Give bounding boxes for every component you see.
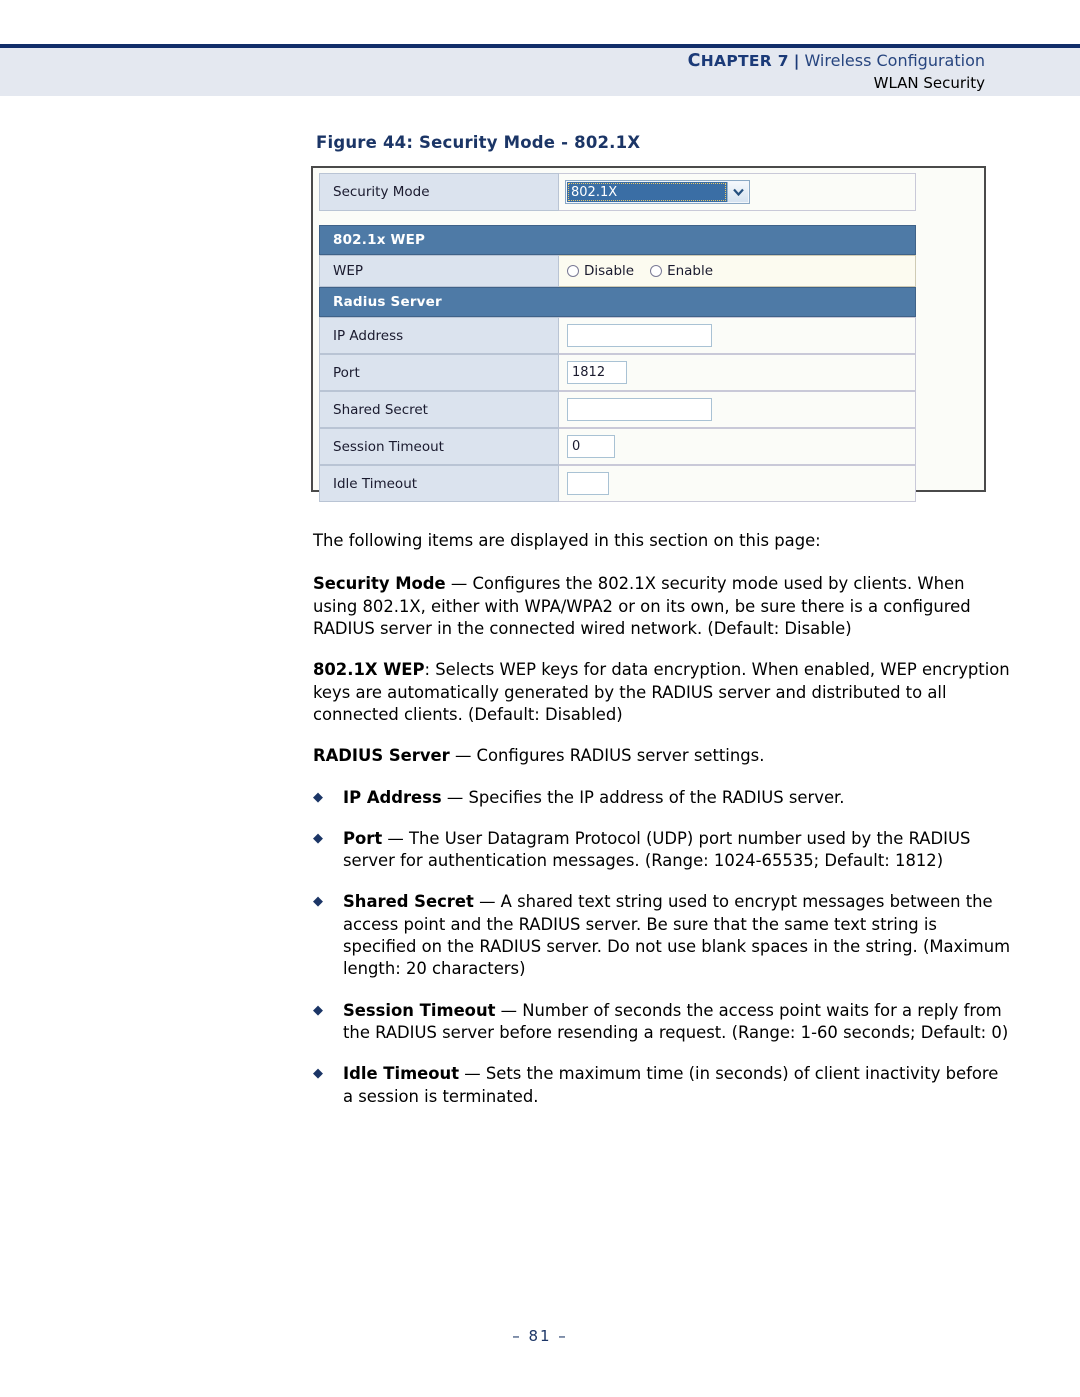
row-ip-address: IP Address	[319, 317, 916, 354]
session-timeout-field: 0	[559, 428, 916, 465]
row-session-timeout: Session Timeout 0	[319, 428, 916, 465]
term-port: Port	[343, 828, 383, 848]
header-chapter-line: CHAPTER 7 | Wireless Configuration	[688, 50, 985, 73]
term-security-mode: Security Mode	[313, 574, 446, 594]
chapter-number: 7	[777, 52, 789, 70]
term-session-timeout: Session Timeout	[343, 1000, 496, 1020]
security-mode-select[interactable]: 802.1X	[565, 180, 750, 204]
chapter-label-cap: C	[687, 51, 701, 71]
port-field: 1812	[559, 354, 916, 391]
diamond-bullet-icon: ◆	[313, 1002, 323, 1018]
port-input[interactable]: 1812	[567, 361, 627, 384]
shared-secret-input[interactable]	[567, 398, 712, 421]
shared-secret-label: Shared Secret	[319, 391, 559, 428]
bullet-ip-address-text: IP Address — Specifies the IP address of…	[343, 787, 1013, 809]
diamond-bullet-icon: ◆	[313, 789, 323, 805]
section-header-radius-server: Radius Server	[319, 287, 916, 317]
security-mode-selected-value[interactable]: 802.1X	[567, 182, 727, 202]
bullet-port-text: Port — The User Datagram Protocol (UDP) …	[343, 828, 1013, 873]
wep-radio-disable-label: Disable	[584, 263, 635, 279]
intro-paragraph: The following items are displayed in thi…	[313, 531, 821, 550]
ip-address-label: IP Address	[319, 317, 559, 354]
radio-icon[interactable]	[567, 265, 579, 277]
diamond-bullet-icon: ◆	[313, 830, 323, 846]
idle-timeout-input[interactable]	[567, 472, 609, 495]
security-mode-label: Security Mode	[319, 173, 559, 211]
header-separator: |	[793, 52, 800, 70]
port-label: Port	[319, 354, 559, 391]
bullet-idle-timeout-text: Idle Timeout — Sets the maximum time (in…	[343, 1063, 1013, 1108]
header-subsection-title: WLAN Security	[873, 74, 985, 93]
header-section-title: Wireless Configuration	[804, 51, 985, 70]
paragraph-wep: 802.1X WEP: Selects WEP keys for data en…	[313, 659, 1013, 726]
wep-label: WEP	[319, 255, 559, 287]
diamond-bullet-icon: ◆	[313, 1066, 323, 1082]
wep-radio-enable-label: Enable	[667, 263, 714, 279]
bullet-session-timeout-text: Session Timeout — Number of seconds the …	[343, 1000, 1013, 1045]
paragraph-security-mode: Security Mode — Configures the 802.1X se…	[313, 573, 1013, 640]
row-security-mode: Security Mode 802.1X	[319, 173, 916, 211]
idle-timeout-label: Idle Timeout	[319, 465, 559, 502]
row-idle-timeout: Idle Timeout	[319, 465, 916, 502]
bullet-ip-address: ◆ IP Address — Specifies the IP address …	[313, 787, 1013, 809]
bullet-shared-secret-text: Shared Secret — A shared text string use…	[343, 891, 1013, 980]
paragraph-radius-server: RADIUS Server — Configures RADIUS server…	[313, 745, 1013, 767]
radio-icon[interactable]	[650, 265, 663, 277]
running-header: CHAPTER 7 | Wireless Configuration WLAN Se…	[688, 50, 985, 94]
desc-radius-server: — Configures RADIUS server settings.	[449, 746, 765, 766]
diamond-bullet-icon: ◆	[313, 894, 323, 910]
page-number: – 81 –	[512, 1327, 568, 1345]
bullet-port: ◆ Port — The User Datagram Protocol (UDP…	[313, 828, 1013, 873]
term-radius-server: RADIUS Server	[313, 746, 450, 766]
figure-caption: Figure 44: Security Mode - 802.1X	[316, 133, 641, 152]
desc-port: — The User Datagram Protocol (UDP) port …	[343, 828, 971, 871]
shared-secret-field	[559, 391, 916, 428]
wep-radio-disable[interactable]: Disable	[567, 263, 634, 279]
session-timeout-label: Session Timeout	[319, 428, 559, 465]
bullet-idle-timeout: ◆ Idle Timeout — Sets the maximum time (…	[313, 1063, 1013, 1108]
idle-timeout-field	[559, 465, 916, 502]
bullet-shared-secret: ◆ Shared Secret — A shared text string u…	[313, 891, 1013, 980]
row-port: Port 1812	[319, 354, 916, 391]
desc-ip-address: — Specifies the IP address of the RADIUS…	[441, 787, 845, 807]
ip-address-input[interactable]	[567, 324, 712, 347]
chevron-down-icon[interactable]	[727, 182, 748, 202]
form-gap	[319, 211, 916, 225]
term-ip-address: IP Address	[343, 787, 442, 807]
chapter-label: CHAPTER 7	[687, 51, 789, 71]
term-wep: 802.1X WEP	[313, 660, 425, 680]
session-timeout-input[interactable]: 0	[567, 435, 615, 458]
term-shared-secret: Shared Secret	[343, 892, 474, 912]
chapter-label-rest: HAPTER	[700, 52, 772, 70]
wep-radio-enable[interactable]: Enable	[650, 263, 713, 279]
row-shared-secret: Shared Secret	[319, 391, 916, 428]
security-mode-field: 802.1X	[559, 173, 916, 211]
body-copy: The following items are displayed in thi…	[313, 530, 1013, 1127]
ip-address-field	[559, 317, 916, 354]
row-wep: WEP Disable Enable	[319, 255, 916, 287]
bullet-session-timeout: ◆ Session Timeout — Number of seconds th…	[313, 1000, 1013, 1045]
term-idle-timeout: Idle Timeout	[343, 1064, 460, 1084]
section-header-wep: 802.1x WEP	[319, 225, 916, 255]
wep-field: Disable Enable	[559, 255, 916, 287]
figure-screenshot-frame: Security Mode 802.1X 802.1x WEP WEP Disa…	[311, 166, 986, 502]
security-config-form: Security Mode 802.1X 802.1x WEP WEP Disa…	[319, 173, 916, 502]
